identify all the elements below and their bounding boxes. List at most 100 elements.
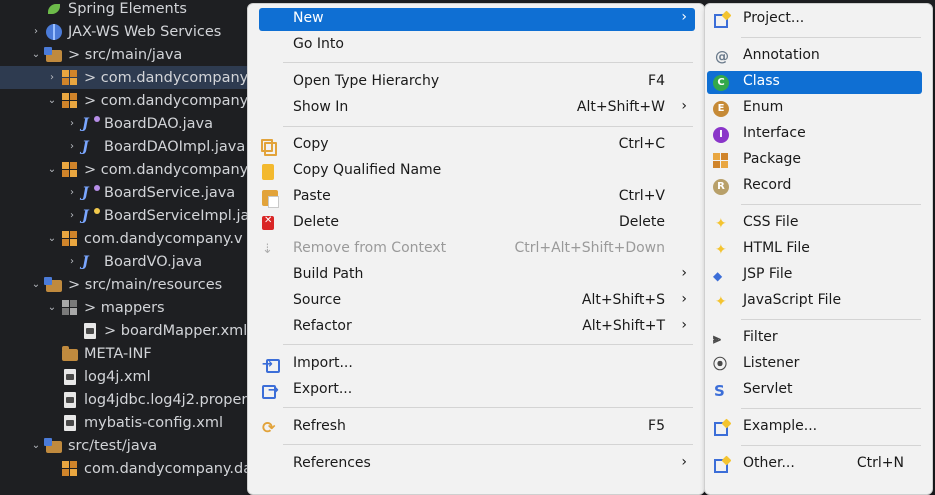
tree-item-src-test-java[interactable]: ⌄ src/test/java bbox=[0, 434, 260, 457]
tree-item-package-selected[interactable]: › > com.dandycompany.c bbox=[0, 66, 260, 89]
tree-item-jaxws[interactable]: › JAX-WS Web Services bbox=[0, 20, 260, 43]
expanded-arrow-icon[interactable]: ⌄ bbox=[30, 49, 42, 60]
tree-item-label: JAX-WS Web Services bbox=[68, 23, 222, 40]
tree-item-mappers[interactable]: ⌄ > mappers bbox=[0, 296, 260, 319]
tree-item-label: BoardService.java bbox=[104, 184, 236, 201]
source-folder-icon bbox=[44, 46, 62, 62]
collapsed-arrow-icon[interactable]: › bbox=[66, 118, 78, 129]
submenu-item-class[interactable]: C Class bbox=[707, 71, 922, 94]
tree-item-boardservice[interactable]: › J BoardService.java bbox=[0, 181, 260, 204]
submenu-item-other[interactable]: Other... Ctrl+N bbox=[707, 453, 922, 476]
tree-item-boarddao[interactable]: › J BoardDAO.java bbox=[0, 112, 260, 135]
expanded-arrow-icon[interactable]: ⌄ bbox=[46, 164, 58, 175]
tree-item-label: com.dandycompany.v bbox=[84, 230, 243, 247]
menu-item-label: Delete bbox=[293, 214, 339, 230]
menu-item-label: Project... bbox=[743, 10, 805, 26]
enum-icon: E bbox=[713, 101, 729, 117]
collapsed-arrow-icon[interactable]: › bbox=[46, 72, 58, 83]
submenu-item-listener[interactable]: ⦿ Listener bbox=[707, 353, 922, 376]
expanded-arrow-icon[interactable]: ⌄ bbox=[46, 302, 58, 313]
menu-item-show-in[interactable]: Show In Alt+Shift+W › bbox=[259, 97, 695, 120]
java-interface-icon: J bbox=[82, 115, 100, 132]
tree-item-test-package[interactable]: com.dandycompany.dar bbox=[0, 457, 260, 480]
submenu-item-filter[interactable]: ⫸ Filter bbox=[707, 327, 922, 350]
submenu-item-package[interactable]: Package bbox=[707, 149, 922, 172]
tree-item-label: log4j.xml bbox=[84, 368, 151, 385]
menu-separator bbox=[283, 407, 693, 408]
tree-item-package[interactable]: ⌄ > com.dandycompany.s bbox=[0, 158, 260, 181]
menu-item-open-type-hierarchy[interactable]: Open Type Hierarchy F4 bbox=[259, 71, 695, 94]
tree-item-spring-elements[interactable]: Spring Elements bbox=[0, 0, 260, 20]
tree-item-log4j[interactable]: log4j.xml bbox=[0, 365, 260, 388]
package-icon bbox=[62, 161, 78, 178]
collapsed-arrow-icon[interactable]: › bbox=[66, 256, 78, 267]
menu-separator bbox=[741, 37, 921, 38]
submenu-item-interface[interactable]: I Interface bbox=[707, 123, 922, 146]
new-file-sparkle-icon: ✦ bbox=[715, 216, 727, 232]
expanded-arrow-icon[interactable]: ⌄ bbox=[46, 233, 58, 244]
menu-item-build-path[interactable]: Build Path › bbox=[259, 264, 695, 287]
tree-item-label: > src/main/java bbox=[68, 46, 183, 63]
menu-item-paste[interactable]: Paste Ctrl+V bbox=[259, 186, 695, 209]
menu-item-label: CSS File bbox=[743, 214, 799, 230]
menu-item-label: Show In bbox=[293, 99, 349, 115]
menu-item-source[interactable]: Source Alt+Shift+S › bbox=[259, 290, 695, 313]
tree-item-log4jdbc[interactable]: log4jdbc.log4j2.properti bbox=[0, 388, 260, 411]
source-folder-icon bbox=[44, 276, 62, 292]
context-menu: New › Go Into Open Type Hierarchy F4 Sho… bbox=[247, 3, 705, 495]
collapsed-arrow-icon[interactable]: › bbox=[66, 141, 78, 152]
collapsed-arrow-icon[interactable]: › bbox=[66, 187, 78, 198]
submenu-item-example[interactable]: Example... bbox=[707, 416, 922, 439]
menu-item-export[interactable]: Export... bbox=[259, 379, 695, 402]
copy-qualified-name-icon bbox=[262, 164, 274, 180]
menu-item-delete[interactable]: Delete Delete bbox=[259, 212, 695, 235]
menu-item-label: Build Path bbox=[293, 266, 364, 282]
menu-item-label: Example... bbox=[743, 418, 818, 434]
menu-item-refresh[interactable]: ⟳ Refresh F5 bbox=[259, 416, 695, 439]
submenu-item-annotation[interactable]: @ Annotation bbox=[707, 45, 922, 68]
java-file-icon: J bbox=[82, 253, 89, 270]
refresh-icon: ⟳ bbox=[262, 418, 276, 437]
collapsed-arrow-icon[interactable]: › bbox=[30, 26, 42, 37]
menu-item-references[interactable]: References › bbox=[259, 453, 695, 476]
new-wizard-icon bbox=[714, 459, 728, 473]
folder-icon bbox=[62, 345, 78, 361]
menu-item-label: Paste bbox=[293, 188, 331, 204]
menu-item-import[interactable]: Import... bbox=[259, 353, 695, 376]
submenu-item-jsp-file[interactable]: ◆ JSP File bbox=[707, 264, 922, 287]
menu-item-copy-qualified-name[interactable]: Copy Qualified Name bbox=[259, 160, 695, 183]
menu-item-go-into[interactable]: Go Into bbox=[259, 34, 695, 57]
menu-item-label: Remove from Context bbox=[293, 240, 447, 256]
expanded-arrow-icon[interactable]: ⌄ bbox=[30, 440, 42, 451]
tree-item-mybatis-config[interactable]: mybatis-config.xml bbox=[0, 411, 260, 434]
tree-item-boardserviceimpl[interactable]: › J BoardServiceImpl.jav bbox=[0, 204, 260, 227]
xml-file-icon bbox=[64, 414, 76, 431]
menu-item-label: Copy Qualified Name bbox=[293, 162, 442, 178]
menu-item-label: Refactor bbox=[293, 318, 352, 334]
submenu-item-servlet[interactable]: S Servlet bbox=[707, 379, 922, 402]
menu-item-label: Go Into bbox=[293, 36, 344, 52]
submenu-item-css-file[interactable]: ✦ CSS File bbox=[707, 212, 922, 235]
tree-item-package[interactable]: ⌄ > com.dandycompany.c bbox=[0, 89, 260, 112]
tree-item-boardmapper[interactable]: > boardMapper.xml bbox=[0, 319, 260, 342]
submenu-item-project[interactable]: Project... bbox=[707, 8, 922, 31]
tree-item-src-main-java[interactable]: ⌄ > src/main/java bbox=[0, 43, 260, 66]
tree-item-meta-inf[interactable]: META-INF bbox=[0, 342, 260, 365]
tree-item-boardvo[interactable]: › J BoardVO.java bbox=[0, 250, 260, 273]
properties-file-icon bbox=[64, 391, 76, 408]
tree-item-package[interactable]: ⌄ com.dandycompany.v bbox=[0, 227, 260, 250]
menu-item-copy[interactable]: Copy Ctrl+C bbox=[259, 134, 695, 157]
collapsed-arrow-icon[interactable]: › bbox=[66, 210, 78, 221]
expanded-arrow-icon[interactable]: ⌄ bbox=[30, 279, 42, 290]
submenu-arrow-icon: › bbox=[681, 317, 687, 333]
submenu-arrow-icon: › bbox=[681, 265, 687, 281]
submenu-item-record[interactable]: R Record bbox=[707, 175, 922, 198]
tree-item-src-main-resources[interactable]: ⌄ > src/main/resources bbox=[0, 273, 260, 296]
menu-item-new[interactable]: New › bbox=[259, 8, 695, 31]
submenu-item-javascript-file[interactable]: ✦ JavaScript File bbox=[707, 290, 922, 313]
tree-item-boarddaoimpl[interactable]: › J BoardDAOImpl.java bbox=[0, 135, 260, 158]
submenu-item-html-file[interactable]: ✦ HTML File bbox=[707, 238, 922, 261]
expanded-arrow-icon[interactable]: ⌄ bbox=[46, 95, 58, 106]
menu-item-refactor[interactable]: Refactor Alt+Shift+T › bbox=[259, 316, 695, 339]
submenu-item-enum[interactable]: E Enum bbox=[707, 97, 922, 120]
